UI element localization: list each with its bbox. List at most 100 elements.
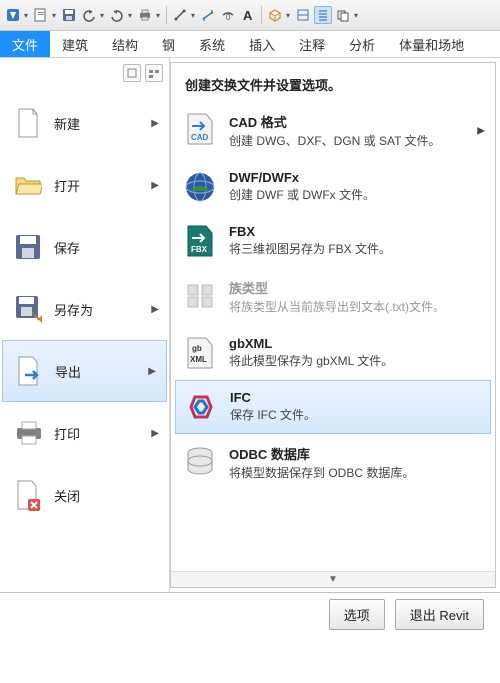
- export-title: ODBC 数据库: [229, 444, 469, 463]
- recent-large-icon[interactable]: [145, 64, 163, 82]
- qat-dropdown-icon[interactable]: ▾: [156, 11, 162, 20]
- 3d-view-icon[interactable]: [266, 6, 284, 24]
- measure-icon[interactable]: [171, 6, 189, 24]
- menu-item-open[interactable]: 打开 ▶: [0, 154, 169, 216]
- export-title: FBX: [229, 224, 469, 239]
- svg-text:gb: gb: [192, 344, 202, 353]
- qat-dropdown-icon[interactable]: ▾: [191, 11, 197, 20]
- export-title: IFC: [230, 390, 468, 405]
- ribbon-tabs: 文件 建筑 结构 钢 系统 插入 注释 分析 体量和场地: [0, 31, 500, 58]
- svg-text:A: A: [243, 8, 253, 22]
- cad-icon: CAD: [183, 112, 217, 146]
- menu-item-close[interactable]: 关闭: [0, 464, 169, 526]
- chevron-right-icon: ▶: [151, 180, 159, 191]
- print-icon: [14, 417, 42, 449]
- export-desc: 保存 IFC 文件。: [230, 407, 468, 424]
- fbx-icon: FBX: [183, 224, 217, 258]
- export-item-cad[interactable]: CAD CAD 格式 创建 DWG、DXF、DGN 或 SAT 文件。 ▶: [171, 102, 495, 160]
- tab-annotate[interactable]: 注释: [287, 31, 337, 57]
- chevron-right-icon: ▶: [151, 428, 159, 439]
- chevron-right-icon: ▶: [151, 304, 159, 315]
- menu-label: 关闭: [54, 486, 80, 505]
- file-menu-footer: 选项 退出 Revit: [0, 593, 500, 635]
- tag-icon[interactable]: 0: [219, 6, 237, 24]
- new-icon: [14, 107, 42, 139]
- gbxml-icon: gb XML: [183, 336, 217, 370]
- qat-dropdown-icon[interactable]: ▾: [100, 11, 106, 20]
- save-icon: [14, 231, 42, 263]
- export-item-gbxml[interactable]: gbXML gbXML 将此模型保存为 gbXML 文件。: [171, 326, 495, 380]
- export-item-odbc[interactable]: ODBC 数据库 将模型数据保存到 ODBC 数据库。: [171, 434, 495, 492]
- svg-text:XML: XML: [190, 355, 207, 364]
- export-desc: 将模型数据保存到 ODBC 数据库。: [229, 465, 469, 482]
- export-icon: [15, 355, 43, 387]
- close-hidden-icon[interactable]: [334, 6, 352, 24]
- open-icon: [14, 169, 42, 201]
- export-desc: 将此模型保存为 gbXML 文件。: [229, 353, 469, 370]
- file-menu-left: 新建 ▶ 打开 ▶ 保存 另存为 ▶: [0, 58, 170, 592]
- qat-dropdown-icon[interactable]: ▾: [128, 11, 134, 20]
- close-icon: [14, 479, 42, 511]
- export-title: 族类型: [229, 278, 469, 297]
- ifc-icon: [184, 390, 218, 424]
- section-icon[interactable]: [294, 6, 312, 24]
- recent-docs-toolbar: [0, 58, 169, 88]
- export-item-fbx[interactable]: FBX FBX 将三维视图另存为 FBX 文件。: [171, 214, 495, 268]
- qat-dropdown-icon[interactable]: ▾: [52, 11, 58, 20]
- export-title: DWF/DWFx: [229, 170, 469, 185]
- tab-systems[interactable]: 系统: [187, 31, 237, 57]
- export-title: CAD 格式: [229, 112, 469, 131]
- menu-label: 另存为: [54, 300, 93, 319]
- chevron-right-icon: ▶: [148, 366, 156, 377]
- undo-icon[interactable]: [80, 6, 98, 24]
- menu-item-saveas[interactable]: 另存为 ▶: [0, 278, 169, 340]
- svg-text:CAD: CAD: [191, 133, 209, 142]
- thin-lines-icon[interactable]: [314, 6, 332, 24]
- print-icon[interactable]: [136, 6, 154, 24]
- odbc-icon: [183, 444, 217, 478]
- qat-dropdown-icon[interactable]: ▾: [354, 11, 360, 20]
- export-list: CAD CAD 格式 创建 DWG、DXF、DGN 或 SAT 文件。 ▶ DW…: [171, 102, 495, 571]
- menu-item-export[interactable]: 导出 ▶: [2, 340, 167, 402]
- menu-label: 打开: [54, 176, 80, 195]
- svg-text:FBX: FBX: [191, 245, 208, 254]
- export-item-ifc[interactable]: IFC 保存 IFC 文件。: [175, 380, 491, 434]
- recent-small-icon[interactable]: [123, 64, 141, 82]
- scroll-down-icon[interactable]: ▼: [171, 571, 495, 587]
- dwf-icon: [183, 170, 217, 204]
- export-desc: 创建 DWF 或 DWFx 文件。: [229, 187, 469, 204]
- menu-item-print[interactable]: 打印 ▶: [0, 402, 169, 464]
- qat-dropdown-icon[interactable]: ▾: [286, 11, 292, 20]
- align-dimension-icon[interactable]: [199, 6, 217, 24]
- saveas-icon: [14, 293, 42, 325]
- redo-icon[interactable]: [108, 6, 126, 24]
- menu-item-new[interactable]: 新建 ▶: [0, 92, 169, 154]
- tab-structure[interactable]: 结构: [100, 31, 150, 57]
- export-panel: 创建交换文件并设置选项。 CAD CAD 格式 创建 DWG、DXF、DGN 或…: [170, 62, 496, 588]
- export-item-family: 族类型 将族类型从当前族导出到文本(.txt)文件。: [171, 268, 495, 326]
- options-button[interactable]: 选项: [329, 599, 385, 630]
- open-doc-icon[interactable]: [32, 6, 50, 24]
- menu-item-save[interactable]: 保存: [0, 216, 169, 278]
- tab-file[interactable]: 文件: [0, 31, 50, 57]
- chevron-right-icon: ▶: [477, 125, 485, 136]
- menu-label: 打印: [54, 424, 80, 443]
- export-desc: 将族类型从当前族导出到文本(.txt)文件。: [229, 299, 469, 316]
- tab-insert[interactable]: 插入: [237, 31, 287, 57]
- tab-architecture[interactable]: 建筑: [50, 31, 100, 57]
- export-title: gbXML: [229, 336, 469, 351]
- file-menu-panel: 新建 ▶ 打开 ▶ 保存 另存为 ▶: [0, 58, 500, 593]
- menu-label: 导出: [55, 362, 81, 381]
- quick-access-toolbar: ▾ ▾ ▾ ▾ ▾ ▾ 0 A ▾ ▾: [0, 0, 500, 31]
- text-icon[interactable]: A: [239, 6, 257, 24]
- family-types-icon: [183, 278, 217, 312]
- export-desc: 创建 DWG、DXF、DGN 或 SAT 文件。: [229, 133, 469, 150]
- exit-revit-button[interactable]: 退出 Revit: [395, 599, 484, 630]
- export-item-dwf[interactable]: DWF/DWFx 创建 DWF 或 DWFx 文件。: [171, 160, 495, 214]
- tab-massing[interactable]: 体量和场地: [387, 31, 476, 57]
- tab-steel[interactable]: 钢: [150, 31, 187, 57]
- tab-analyze[interactable]: 分析: [337, 31, 387, 57]
- revit-logo-icon[interactable]: [4, 6, 22, 24]
- save-icon[interactable]: [60, 6, 78, 24]
- qat-dropdown-icon[interactable]: ▾: [24, 11, 30, 20]
